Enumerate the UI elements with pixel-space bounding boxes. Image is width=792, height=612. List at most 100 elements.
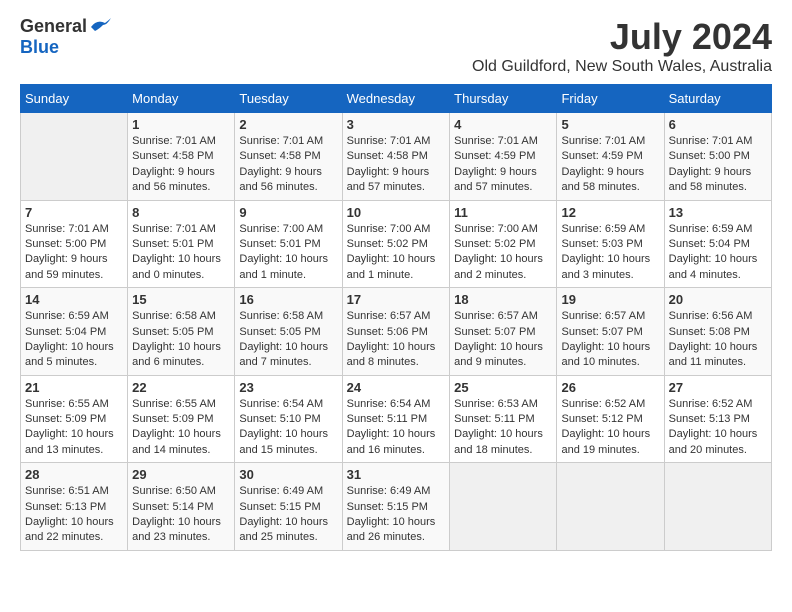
logo-bird-icon [89, 17, 113, 37]
day-info: Sunrise: 6:58 AMSunset: 5:05 PMDaylight:… [239, 309, 337, 371]
calendar-cell: 4 Sunrise: 7:01 AMSunset: 4:59 PMDaylight… [450, 113, 557, 201]
day-info: Sunrise: 6:59 AMSunset: 5:03 PMDaylight:… [561, 222, 659, 284]
weekday-header-thursday: Thursday [450, 85, 557, 113]
calendar-cell: 11Sunrise: 7:00 AMSunset: 5:02 PMDayligh… [450, 200, 557, 288]
day-number: 14 [25, 292, 123, 307]
day-info: Sunrise: 6:55 AMSunset: 5:09 PMDaylight:… [25, 397, 123, 459]
day-info: Sunrise: 6:51 AMSunset: 5:13 PMDaylight:… [25, 484, 123, 546]
calendar-cell: 14 Sunrise: 6:59 AMSunset: 5:04 PMDayligh… [21, 288, 128, 376]
location-title: Old Guildford, New South Wales, Australi… [472, 58, 772, 76]
day-number: 24 [347, 380, 446, 395]
calendar-cell: 7 Sunrise: 7:01 AMSunset: 5:00 PMDaylight… [21, 200, 128, 288]
day-number: 9 [239, 205, 337, 220]
day-info: Sunrise: 7:01 AMSunset: 4:59 PMDaylight:… [454, 134, 552, 196]
day-info: Sunrise: 6:49 AMSunset: 5:15 PMDaylight:… [347, 484, 446, 546]
day-number: 17 [347, 292, 446, 307]
day-info: Sunrise: 6:58 AMSunset: 5:05 PMDaylight:… [132, 309, 230, 371]
day-info: Sunrise: 6:52 AMSunset: 5:12 PMDaylight:… [561, 397, 659, 459]
day-number: 15 [132, 292, 230, 307]
day-number: 2 [239, 117, 337, 132]
day-number: 16 [239, 292, 337, 307]
calendar-cell [450, 463, 557, 551]
calendar-cell: 20 Sunrise: 6:56 AMSunset: 5:08 PMDayligh… [664, 288, 771, 376]
calendar-cell [557, 463, 664, 551]
calendar-cell: 25Sunrise: 6:53 AMSunset: 5:11 PMDayligh… [450, 375, 557, 463]
calendar-cell: 1Sunrise: 7:01 AMSunset: 4:58 PMDaylight… [128, 113, 235, 201]
calendar-cell: 18 Sunrise: 6:57 AMSunset: 5:07 PMDayligh… [450, 288, 557, 376]
day-info: Sunrise: 6:55 AMSunset: 5:09 PMDaylight:… [132, 397, 230, 459]
calendar-cell: 8 Sunrise: 7:01 AMSunset: 5:01 PMDaylight… [128, 200, 235, 288]
calendar-cell: 10Sunrise: 7:00 AMSunset: 5:02 PMDayligh… [342, 200, 450, 288]
calendar-cell: 9 Sunrise: 7:00 AMSunset: 5:01 PMDaylight… [235, 200, 342, 288]
day-number: 13 [669, 205, 767, 220]
calendar-cell: 6 Sunrise: 7:01 AMSunset: 5:00 PMDaylight… [664, 113, 771, 201]
calendar-cell: 13 Sunrise: 6:59 AMSunset: 5:04 PMDayligh… [664, 200, 771, 288]
calendar-week-row: 7 Sunrise: 7:01 AMSunset: 5:00 PMDaylight… [21, 200, 772, 288]
day-number: 27 [669, 380, 767, 395]
day-info: Sunrise: 7:01 AMSunset: 5:00 PMDaylight:… [669, 134, 767, 196]
day-info: Sunrise: 7:01 AMSunset: 4:58 PMDaylight:… [347, 134, 446, 196]
day-number: 5 [561, 117, 659, 132]
month-title: July 2024 [472, 16, 772, 58]
weekday-header-saturday: Saturday [664, 85, 771, 113]
calendar-week-row: 28 Sunrise: 6:51 AMSunset: 5:13 PMDayligh… [21, 463, 772, 551]
day-number: 31 [347, 467, 446, 482]
weekday-header-monday: Monday [128, 85, 235, 113]
day-info: Sunrise: 6:54 AMSunset: 5:10 PMDaylight:… [239, 397, 337, 459]
day-number: 28 [25, 467, 123, 482]
calendar-cell: 16 Sunrise: 6:58 AMSunset: 5:05 PMDayligh… [235, 288, 342, 376]
day-number: 18 [454, 292, 552, 307]
calendar-week-row: 1 Sunrise: 7:01 AMSunset: 4:58 PMDaylight… [21, 113, 772, 201]
day-number: 25 [454, 380, 552, 395]
calendar-cell: 30Sunrise: 6:49 AMSunset: 5:15 PMDayligh… [235, 463, 342, 551]
calendar-cell: 23Sunrise: 6:54 AMSunset: 5:10 PMDayligh… [235, 375, 342, 463]
calendar-week-row: 14 Sunrise: 6:59 AMSunset: 5:04 PMDayligh… [21, 288, 772, 376]
day-number: 12 [561, 205, 659, 220]
day-number: 6 [669, 117, 767, 132]
day-number: 8 [132, 205, 230, 220]
calendar-cell: 19 Sunrise: 6:57 AMSunset: 5:07 PMDayligh… [557, 288, 664, 376]
day-info: Sunrise: 7:01 AMSunset: 5:00 PMDaylight:… [25, 222, 123, 284]
calendar-cell: 3 Sunrise: 7:01 AMSunset: 4:58 PMDaylight… [342, 113, 450, 201]
day-number: 20 [669, 292, 767, 307]
day-number: 10 [347, 205, 446, 220]
calendar-cell: 12 Sunrise: 6:59 AMSunset: 5:03 PMDayligh… [557, 200, 664, 288]
day-info: Sunrise: 6:57 AMSunset: 5:07 PMDaylight:… [454, 309, 552, 371]
calendar-cell [21, 113, 128, 201]
logo-blue-text: Blue [20, 37, 59, 58]
day-number: 19 [561, 292, 659, 307]
calendar-table: SundayMondayTuesdayWednesdayThursdayFrid… [20, 84, 772, 551]
day-info: Sunrise: 7:00 AMSunset: 5:02 PMDaylight:… [454, 222, 552, 284]
day-number: 3 [347, 117, 446, 132]
day-info: Sunrise: 6:57 AMSunset: 5:07 PMDaylight:… [561, 309, 659, 371]
day-number: 26 [561, 380, 659, 395]
day-info: Sunrise: 6:50 AMSunset: 5:14 PMDaylight:… [132, 484, 230, 546]
day-number: 7 [25, 205, 123, 220]
day-info: Sunrise: 6:59 AMSunset: 5:04 PMDaylight:… [669, 222, 767, 284]
day-info: Sunrise: 6:57 AMSunset: 5:06 PMDaylight:… [347, 309, 446, 371]
calendar-cell: 28 Sunrise: 6:51 AMSunset: 5:13 PMDayligh… [21, 463, 128, 551]
calendar-cell: 2 Sunrise: 7:01 AMSunset: 4:58 PMDaylight… [235, 113, 342, 201]
day-info: Sunrise: 6:54 AMSunset: 5:11 PMDaylight:… [347, 397, 446, 459]
calendar-cell: 17 Sunrise: 6:57 AMSunset: 5:06 PMDayligh… [342, 288, 450, 376]
calendar-cell: 22 Sunrise: 6:55 AMSunset: 5:09 PMDayligh… [128, 375, 235, 463]
day-number: 29 [132, 467, 230, 482]
day-info: Sunrise: 7:01 AMSunset: 5:01 PMDaylight:… [132, 222, 230, 284]
calendar-week-row: 21Sunrise: 6:55 AMSunset: 5:09 PMDayligh… [21, 375, 772, 463]
calendar-cell: 27 Sunrise: 6:52 AMSunset: 5:13 PMDayligh… [664, 375, 771, 463]
day-info: Sunrise: 6:59 AMSunset: 5:04 PMDaylight:… [25, 309, 123, 371]
calendar-cell: 31 Sunrise: 6:49 AMSunset: 5:15 PMDayligh… [342, 463, 450, 551]
day-info: Sunrise: 7:00 AMSunset: 5:01 PMDaylight:… [239, 222, 337, 284]
day-number: 1 [132, 117, 230, 132]
day-number: 22 [132, 380, 230, 395]
weekday-header-row: SundayMondayTuesdayWednesdayThursdayFrid… [21, 85, 772, 113]
calendar-cell: 26 Sunrise: 6:52 AMSunset: 5:12 PMDayligh… [557, 375, 664, 463]
day-info: Sunrise: 7:01 AMSunset: 4:58 PMDaylight:… [239, 134, 337, 196]
day-info: Sunrise: 6:52 AMSunset: 5:13 PMDaylight:… [669, 397, 767, 459]
logo: General Blue [20, 16, 113, 58]
calendar-cell: 29 Sunrise: 6:50 AMSunset: 5:14 PMDayligh… [128, 463, 235, 551]
page-header: General Blue July 2024 Old Guildford, Ne… [20, 16, 772, 76]
calendar-cell: 15 Sunrise: 6:58 AMSunset: 5:05 PMDayligh… [128, 288, 235, 376]
day-number: 4 [454, 117, 552, 132]
day-info: Sunrise: 6:56 AMSunset: 5:08 PMDaylight:… [669, 309, 767, 371]
